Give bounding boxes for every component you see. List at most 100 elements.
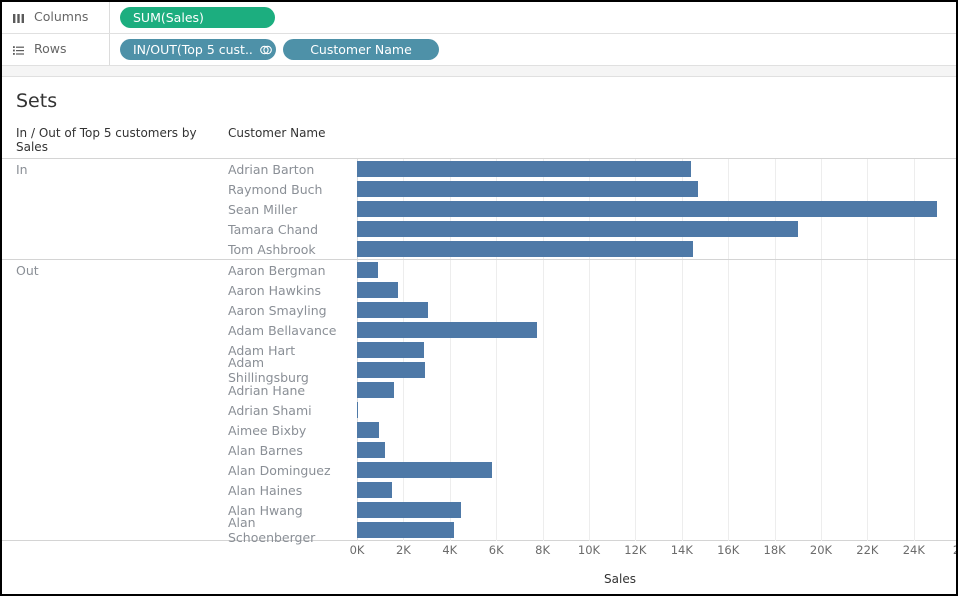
cell-set-membership: Out [16,262,39,278]
cell-customer-name: Adrian Barton [228,161,315,177]
x-axis[interactable]: 0K 2K 4K 6K 8K 10K 12K 14K 16K 18K 20K 22K 24K 26 [2,543,956,563]
cell-bar [343,320,956,340]
cell-customer-name: Aaron Hawkins [228,282,322,298]
bar-mark[interactable] [357,302,428,318]
cell-customer-name: Alan Dominguez [228,462,331,478]
bar-mark[interactable] [357,282,398,298]
table-row[interactable]: Adam Bellavance [2,320,956,340]
columns-shelf[interactable]: Columns SUM(Sales) [2,2,956,34]
table-row[interactable]: Out Aaron Bergman [2,259,956,280]
cell-customer-name: Aimee Bixby [228,422,307,438]
axis-tick-label: 2K [395,543,411,557]
pill-sum-sales-label: SUM(Sales) [133,10,204,25]
x-axis-title-text: Sales [604,572,636,586]
table-row[interactable]: In Adrian Barton [2,159,956,179]
cell-customer-name: Alan Barnes [228,442,303,458]
rows-shelf-label: Rows [2,34,110,65]
pill-customer-name[interactable]: Customer Name [283,39,439,60]
cell-bar [343,159,956,179]
table-row[interactable]: Adrian Hane [2,380,956,400]
table-row[interactable]: Alan Dominguez [2,460,956,480]
cell-bar [343,460,956,480]
table-row[interactable]: Sean Miller [2,199,956,219]
x-axis-title: Sales [2,572,956,586]
table-row[interactable]: Aimee Bixby [2,420,956,440]
axis-tick-label: 18K [763,543,786,557]
cell-customer-name: Aaron Bergman [228,262,326,278]
cell-bar [343,179,956,199]
axis-tick-label: 12K [624,543,647,557]
columns-shelf-content[interactable]: SUM(Sales) [110,2,275,33]
cell-customer-name: Raymond Buch [228,181,323,197]
rows-shelf[interactable]: Rows IN/OUT(Top 5 cust.. Customer Name [2,34,956,66]
rows-shelf-content[interactable]: IN/OUT(Top 5 cust.. Customer Name [110,34,439,65]
bar-mark[interactable] [357,442,385,458]
table-row[interactable]: Alan Schoenberger [2,515,956,545]
crosstab-grid: In / Out of Top 5 customers by Sales Cus… [2,126,956,586]
rows-bottom-rule [2,540,956,541]
bar-mark[interactable] [357,502,462,518]
axis-tick-label: 20K [809,543,833,557]
cell-customer-name: Tamara Chand [228,221,319,237]
cell-customer-name: Alan Schoenberger [228,515,316,545]
bar-mark[interactable] [357,402,359,418]
bar-mark[interactable] [357,422,380,438]
cell-bar [343,239,956,259]
shelf-spacer [2,66,956,77]
cell-set-membership: In [16,161,28,177]
tableau-worksheet-window: Columns SUM(Sales) Rows IN/OUT(Top 5 cus… [0,0,958,596]
table-row[interactable]: Tamara Chand [2,219,956,239]
rows-host: In Adrian Barton Raymond Buch Sean Miller Ta… [2,159,956,545]
bar-mark[interactable] [357,342,425,358]
cell-customer-name: Sean Miller [228,201,298,217]
table-row[interactable]: Raymond Buch [2,179,956,199]
cell-bar [343,300,956,320]
rows-shelf-label-text: Rows [34,41,67,57]
cell-customer-name: Adrian Shami [228,402,312,418]
axis-tick-label: 0K [349,543,365,557]
bar-mark[interactable] [357,382,395,398]
cell-bar [343,500,956,520]
table-row[interactable]: Adam Shillingsburg [2,355,956,385]
bar-mark[interactable] [357,161,692,177]
cell-customer-name: Adam Bellavance [228,322,337,338]
cell-customer-name: Adrian Hane [228,382,306,398]
table-row[interactable]: Tom Ashbrook [2,239,956,259]
table-row[interactable]: Alan Barnes [2,440,956,460]
axis-tick-label: 10K [577,543,601,557]
bar-mark[interactable] [357,181,699,197]
pill-customer-name-label: Customer Name [310,42,412,57]
cell-bar [343,219,956,239]
bar-mark[interactable] [357,322,537,338]
cell-bar [343,340,956,360]
bar-mark[interactable] [357,482,392,498]
cell-bar [343,420,956,440]
cell-customer-name: Alan Haines [228,482,303,498]
column-headers: In / Out of Top 5 customers by Sales Cus… [2,126,956,158]
table-row[interactable]: Adam Hart [2,340,956,360]
pill-sum-sales[interactable]: SUM(Sales) [120,7,275,28]
axis-tick-label: 26 [953,543,956,557]
header-set-field: In / Out of Top 5 customers by Sales [16,126,197,154]
bar-mark[interactable] [357,362,426,378]
axis-tick-label: 4K [442,543,458,557]
bar-mark[interactable] [357,221,798,237]
cell-bar [343,480,956,500]
bar-mark[interactable] [357,262,378,278]
table-row[interactable]: Aaron Smayling [2,300,956,320]
pill-in-out-set-label: IN/OUT(Top 5 cust.. [133,42,253,57]
axis-tick-label: 16K [717,543,740,557]
rows-icon [11,43,26,57]
table-row[interactable]: Adrian Shami [2,400,956,420]
cell-bar [343,199,956,219]
cell-customer-name: Adam Shillingsburg [228,355,309,385]
bar-mark[interactable] [357,201,937,217]
table-row[interactable]: Alan Haines [2,480,956,500]
cell-bar [343,280,956,300]
bar-mark[interactable] [357,462,492,478]
pill-in-out-set[interactable]: IN/OUT(Top 5 cust.. [120,39,276,60]
bar-mark[interactable] [357,241,694,257]
table-row[interactable]: Alan Hwang [2,500,956,520]
bar-mark[interactable] [357,522,455,538]
table-row[interactable]: Aaron Hawkins [2,280,956,300]
